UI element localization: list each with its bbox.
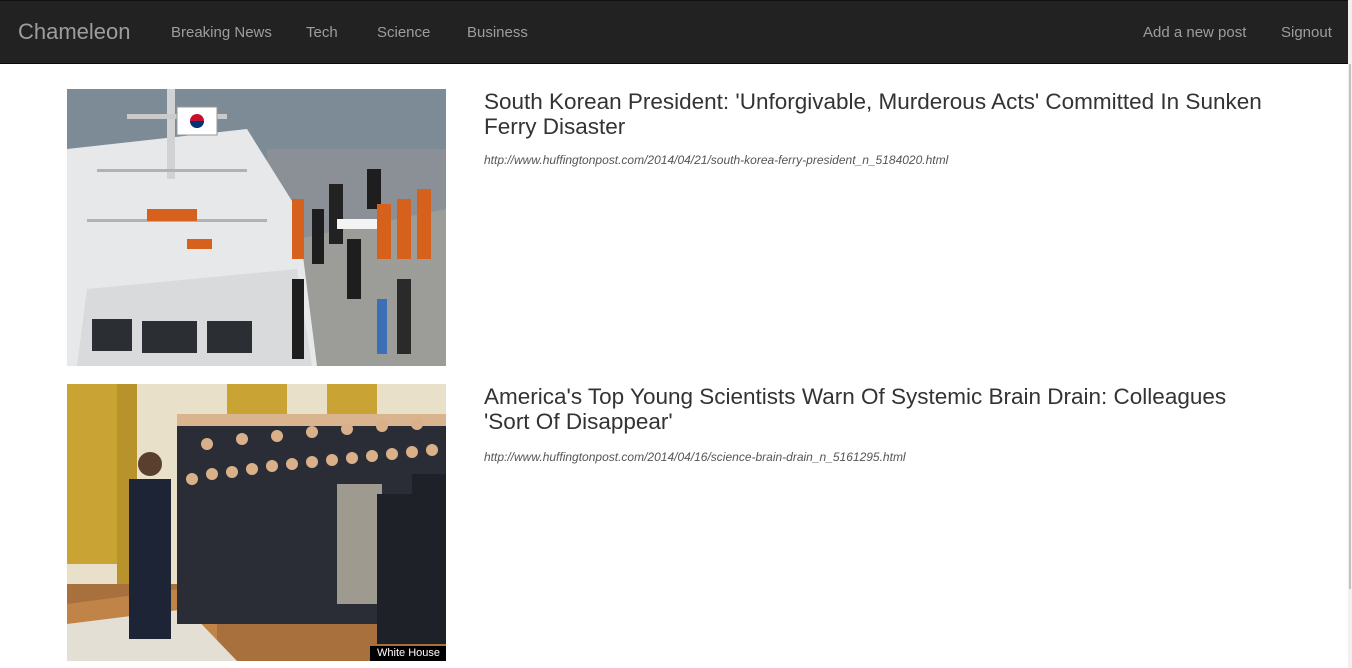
scientists-photo <box>67 384 446 661</box>
post-url[interactable]: http://www.huffingtonpost.com/2014/04/16… <box>484 450 1264 464</box>
nav-link-add-post[interactable]: Add a new post <box>1143 24 1246 42</box>
brand-link[interactable]: Chameleon <box>18 19 131 45</box>
post-url[interactable]: http://www.huffingtonpost.com/2014/04/21… <box>484 153 1264 167</box>
nav-link-signout[interactable]: Signout <box>1281 24 1332 42</box>
nav-link-science[interactable]: Science <box>377 24 430 42</box>
ferry-photo <box>67 89 446 366</box>
nav-link-breaking-news[interactable]: Breaking News <box>171 24 272 42</box>
nav-link-tech[interactable]: Tech <box>306 24 338 42</box>
nav-link-business[interactable]: Business <box>467 24 528 42</box>
post-image-scientists[interactable]: White House <box>67 384 446 661</box>
post-image-ferry[interactable] <box>67 89 446 366</box>
post-title[interactable]: South Korean President: 'Unforgivable, M… <box>484 89 1264 139</box>
post-title[interactable]: America's Top Young Scientists Warn Of S… <box>484 384 1264 434</box>
top-navbar: Chameleon Breaking News Tech Science Bus… <box>0 0 1348 64</box>
page-scrollbar-thumb[interactable] <box>1349 64 1351 589</box>
page: Chameleon Breaking News Tech Science Bus… <box>0 0 1352 668</box>
image-credit: White House <box>370 646 446 661</box>
